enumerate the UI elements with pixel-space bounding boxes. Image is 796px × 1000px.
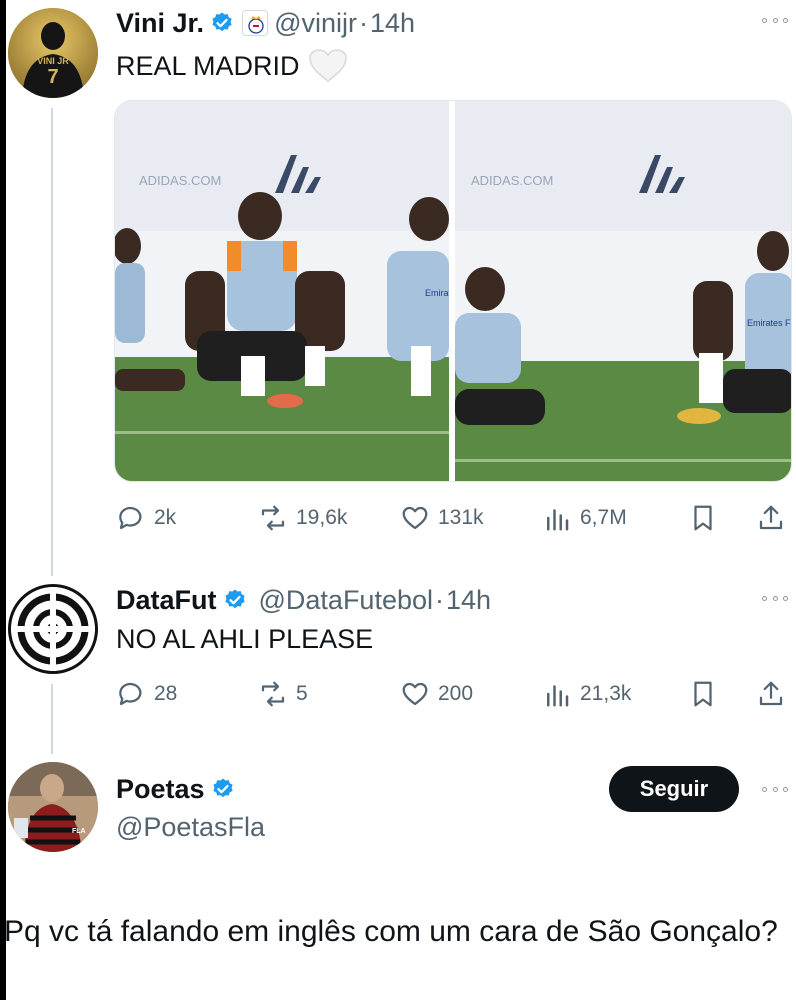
verified-badge-icon (212, 12, 232, 32)
banner-text: ADIDAS.COM (471, 173, 553, 188)
left-edge-bar (0, 0, 6, 1000)
reply-button[interactable]: 28 (116, 674, 177, 714)
like-button[interactable]: 200 (400, 674, 473, 714)
banner-text: ADIDAS.COM (139, 173, 221, 188)
separator-dot: · (358, 7, 368, 38)
avatar-label: VINI JR (37, 56, 69, 66)
separator-dot: · (435, 584, 444, 615)
tweet-actions: 28 5 200 21,3k (116, 674, 788, 714)
club-badge-icon (242, 10, 269, 36)
views-count: 6,7M (580, 506, 627, 529)
tweet-photo[interactable]: ADIDAS.COM Emirates FLY BETTER (115, 101, 517, 481)
more-options-icon[interactable] (762, 594, 788, 602)
thread-line (51, 108, 53, 576)
reply-count: 2k (154, 506, 177, 529)
heart-icon (402, 682, 428, 706)
meme-caption: Pq vc tá falando em inglês com um cara d… (4, 915, 778, 948)
reply-icon (119, 682, 142, 706)
author-name[interactable]: DataFut (116, 585, 217, 616)
author-name[interactable]: Poetas (116, 774, 205, 805)
share-icon (759, 681, 783, 706)
bookmark-icon (694, 505, 712, 531)
share-button[interactable] (756, 674, 794, 714)
repost-button[interactable]: 5 (258, 674, 308, 714)
follow-button[interactable]: Seguir (609, 766, 739, 812)
more-options-icon[interactable] (762, 16, 788, 24)
author-handle[interactable]: @vinijr (274, 8, 357, 39)
reply-count: 28 (154, 682, 178, 705)
avatar-poetas[interactable]: FLA (8, 762, 98, 852)
repost-icon (261, 505, 285, 531)
timestamp[interactable]: 14h (446, 585, 491, 616)
reply-icon (119, 506, 142, 530)
views-icon (547, 685, 569, 707)
tweet-media[interactable]: ADIDAS.COM Emirates FLY BETTER AD (114, 100, 792, 482)
tweet-text-content: REAL MADRID (116, 50, 300, 81)
tweet-text: NO AL AHLI PLEASE (116, 624, 374, 654)
like-button[interactable]: 131k (400, 498, 484, 538)
tweet-header: Poetas (116, 772, 235, 806)
author-name[interactable]: Vini Jr. (116, 8, 204, 39)
verified-badge-icon (224, 589, 245, 609)
share-icon (759, 505, 783, 530)
timestamp[interactable]: 14h (370, 8, 415, 39)
reply-button[interactable]: 2k (116, 498, 176, 538)
repost-count: 5 (296, 682, 308, 705)
author-handle[interactable]: @PoetasFla (116, 812, 265, 843)
more-options-icon[interactable] (762, 785, 788, 793)
views-button[interactable]: 21,3k (542, 674, 631, 714)
tweet-text: REAL MADRID (116, 48, 348, 84)
tweet-photo[interactable]: ADIDAS.COM Emirates FLY BETTER (455, 101, 792, 481)
like-count: 131k (438, 506, 484, 529)
avatar-datafut[interactable] (8, 584, 98, 674)
views-count: 21,3k (580, 682, 632, 705)
repost-count: 19,6k (296, 506, 348, 529)
author-handle[interactable]: @DataFutebol (259, 585, 434, 616)
verified-badge-icon (212, 778, 233, 798)
tweet-actions: 2k 19,6k 131k 6,7M (116, 498, 788, 538)
share-button[interactable] (756, 498, 794, 538)
shirt-text: Emirates FLY BETTER (747, 318, 792, 328)
repost-icon (261, 681, 285, 707)
like-count: 200 (438, 682, 474, 705)
heart-icon (402, 506, 428, 530)
bookmark-button[interactable] (688, 674, 726, 714)
tweet-header: Vini Jr. @vinijr · 14h (116, 6, 415, 40)
tweet-header: DataFut @DataFutebol · 14h (116, 583, 491, 617)
avatar-number: 7 (47, 66, 59, 88)
avatar-label: FLA (72, 828, 86, 835)
views-icon (547, 509, 569, 531)
thread-line (51, 684, 53, 754)
views-button[interactable]: 6,7M (542, 498, 627, 538)
avatar-vinijr[interactable]: VINI JR 7 (8, 8, 98, 98)
repost-button[interactable]: 19,6k (258, 498, 347, 538)
shirt-text: Emirates FLY BETTER (425, 288, 449, 298)
bookmark-button[interactable] (688, 498, 726, 538)
bookmark-icon (694, 681, 712, 707)
white-heart-icon (308, 49, 347, 82)
